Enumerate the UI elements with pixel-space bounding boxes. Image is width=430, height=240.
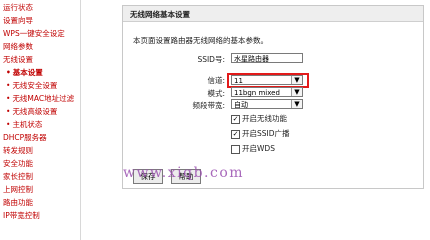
checkbox-unchecked-icon[interactable]: [231, 144, 240, 154]
channel-label: 信道:: [207, 76, 225, 85]
highlight-box: [227, 73, 309, 88]
settings-panel: 无线网络基本设置 本页面设置路由器无线网络的基本参数。 SSID号: 水星路由器…: [122, 5, 424, 189]
sidebar-item-mac-filter[interactable]: • 无线MAC地址过滤: [6, 93, 74, 105]
chevron-down-icon: ▼: [291, 88, 302, 96]
page-title: 无线网络基本设置: [130, 10, 190, 19]
sidebar-menu: 运行状态 设置向导 WPS一键安全设定 网络参数 无线设置 • 基本设置 • 无线安…: [0, 0, 81, 240]
watermark: www.xiqb.com: [123, 165, 245, 181]
sidebar-item-forwarding[interactable]: 转发规则: [3, 145, 33, 157]
sidebar-item-access-control[interactable]: 上网控制: [3, 184, 33, 196]
mode-label: 模式:: [207, 89, 225, 98]
sidebar-item-security[interactable]: 安全功能: [3, 158, 33, 170]
sidebar-item-basic-settings[interactable]: • 基本设置: [6, 67, 43, 79]
bandwidth-select[interactable]: 自动 ▼: [231, 99, 303, 109]
bullet-icon: •: [6, 107, 11, 116]
sidebar-item-network[interactable]: 网络参数: [3, 41, 33, 53]
sidebar-item-parental-control[interactable]: 家长控制: [3, 171, 33, 183]
enable-wireless-checkbox[interactable]: ✓ 开启无线功能: [231, 113, 287, 124]
ssid-input[interactable]: 水星路由器: [231, 53, 303, 63]
bandwidth-label: 频段带宽:: [192, 101, 225, 110]
mode-select[interactable]: 11bgn mixed ▼: [231, 87, 303, 97]
sidebar-item-setup-wizard[interactable]: 设置向导: [3, 15, 33, 27]
page-description: 本页面设置路由器无线网络的基本参数。: [133, 36, 268, 45]
bullet-icon: •: [6, 68, 11, 77]
panel-header: 无线网络基本设置: [123, 6, 423, 22]
bullet-icon: •: [6, 94, 11, 103]
bullet-icon: •: [6, 120, 11, 129]
sidebar-item-status[interactable]: 运行状态: [3, 2, 33, 14]
enable-wds-checkbox[interactable]: 开启WDS: [231, 143, 275, 154]
sidebar-item-wps[interactable]: WPS一键安全设定: [3, 28, 65, 40]
sidebar-item-wireless[interactable]: 无线设置: [3, 54, 33, 66]
enable-ssid-broadcast-checkbox[interactable]: ✓ 开启SSID广播: [231, 128, 290, 139]
sidebar-item-dhcp[interactable]: DHCP服务器: [3, 132, 47, 144]
sidebar-item-wireless-security[interactable]: • 无线安全设置: [6, 80, 57, 92]
sidebar-item-host-status[interactable]: • 主机状态: [6, 119, 42, 131]
sidebar-item-routing[interactable]: 路由功能: [3, 197, 33, 209]
sidebar-item-bandwidth-control[interactable]: IP带宽控制: [3, 210, 40, 222]
ssid-label: SSID号:: [197, 55, 225, 64]
checkbox-checked-icon[interactable]: ✓: [231, 114, 240, 124]
sidebar-item-advanced-wireless[interactable]: • 无线高级设置: [6, 106, 57, 118]
bullet-icon: •: [6, 81, 11, 90]
checkbox-checked-icon[interactable]: ✓: [231, 129, 240, 139]
chevron-down-icon: ▼: [291, 100, 302, 108]
